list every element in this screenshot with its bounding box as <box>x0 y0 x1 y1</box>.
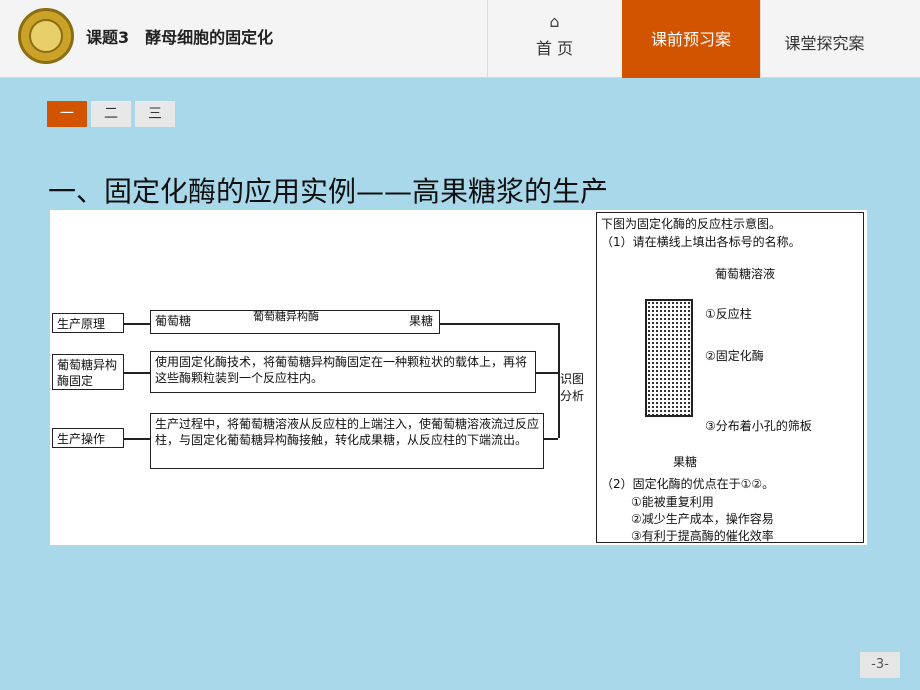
principle-box: 葡萄糖 葡萄糖异构酶 果糖 <box>150 310 440 334</box>
home-icon: ⌂ <box>549 12 560 31</box>
lesson-title: 课题3 酵母细胞的固定化 <box>86 28 274 47</box>
label-operation: 生产操作 <box>52 428 124 448</box>
label-fix: 葡萄糖异构酶固定 <box>52 354 124 390</box>
connector-label: 识图分析 <box>560 372 585 403</box>
nav-home-label: 首 页 <box>535 39 574 58</box>
tab-2[interactable]: 二 <box>91 101 131 127</box>
label-principle: 生产原理 <box>52 313 124 333</box>
operation-box: 生产过程中，将葡萄糖溶液从反应柱的上端注入，使葡萄糖溶液流过反应柱，与固定化葡萄… <box>150 413 544 469</box>
nav-home[interactable]: ⌂ 首 页 <box>487 0 621 78</box>
fix-box: 使用固定化酶技术，将葡萄糖异构酶固定在一种颗粒状的载体上，再将这些酶颗粒装到一个… <box>150 351 536 393</box>
school-logo <box>18 8 74 64</box>
diagram-panel: 生产原理 葡萄糖 葡萄糖异构酶 果糖 葡萄糖异构酶固定 使用固定化酶技术，将葡萄… <box>50 210 867 545</box>
nav-preview[interactable]: 课前预习案 <box>622 0 760 78</box>
tab-3[interactable]: 三 <box>135 101 175 127</box>
tab-1[interactable]: 一 <box>47 101 87 127</box>
nav-class[interactable]: 课堂探究案 <box>760 0 888 78</box>
page-heading: 一、固定化酶的应用实例——高果糖浆的生产 <box>48 175 609 208</box>
top-bar: 课题3 酵母细胞的固定化 ⌂ 首 页 课前预习案 课堂探究案 <box>0 0 920 78</box>
page-number: -3- <box>860 652 900 678</box>
reaction-column <box>645 299 693 417</box>
section-tabs: 一 二 三 <box>47 101 175 127</box>
column-box: 下图为固定化酶的反应柱示意图。 （1）请在横线上填出各标号的名称。 葡萄糖溶液 … <box>596 212 864 543</box>
